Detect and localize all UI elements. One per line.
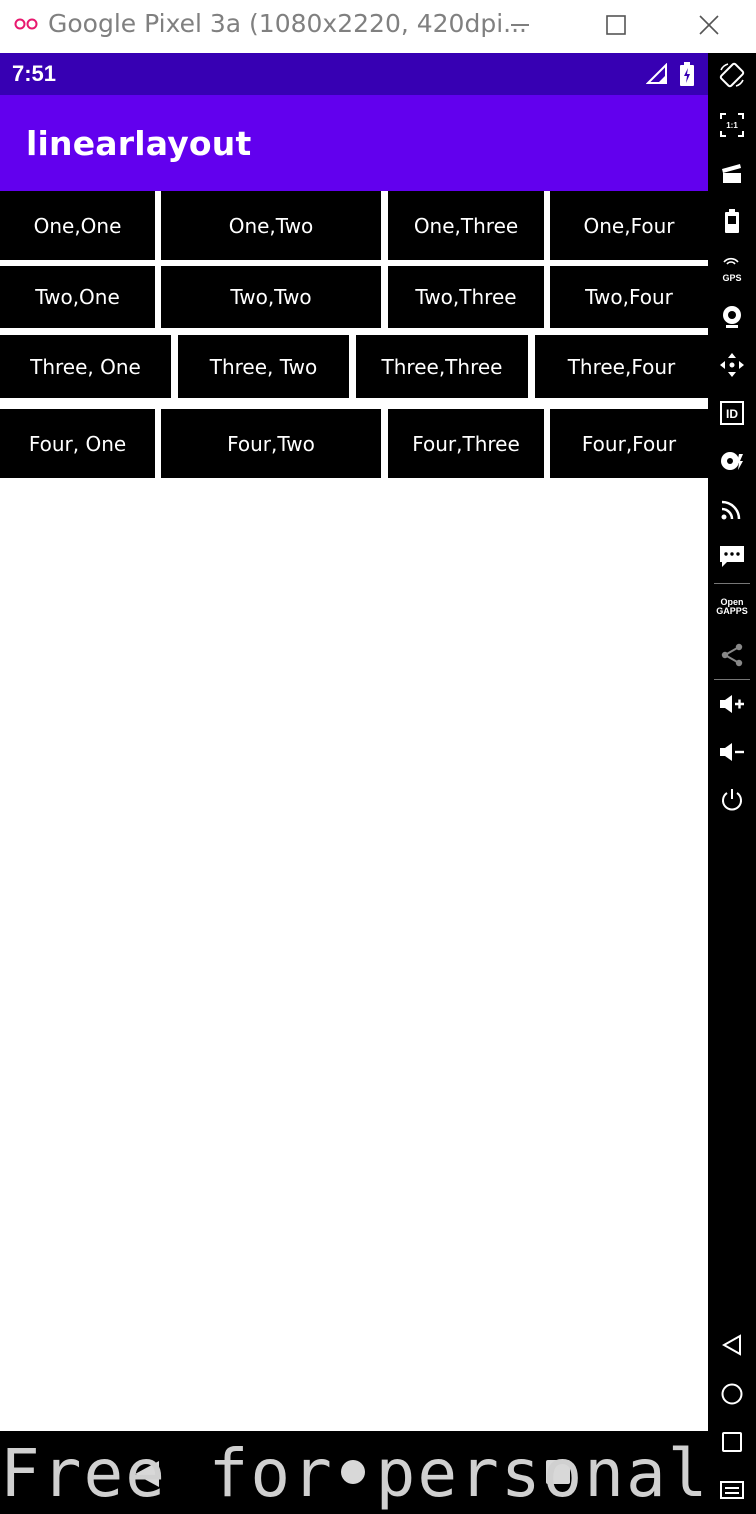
grid-button-2-2[interactable]: Two,Two [161,266,381,328]
volume-down-icon [720,743,744,761]
signal-icon [646,63,667,84]
toolbar-divider [714,679,750,680]
app-title: linearlayout [26,124,252,163]
dpad-icon [720,353,744,377]
cast-icon [721,500,741,520]
rotate-icon [719,62,745,88]
close-button[interactable] [689,8,729,42]
menu-button[interactable] [708,1470,756,1510]
grid-button-4-1[interactable]: Four, One [0,409,155,478]
status-bar: 7:51 [0,53,708,95]
grid-button-2-1[interactable]: Two,One [0,266,155,328]
webcam-icon [723,306,741,328]
sms-icon [720,546,744,567]
battery-icon [680,62,694,86]
home-button[interactable] [708,1374,756,1414]
id-icon: ID [720,401,744,425]
grid-button-2-4[interactable]: Two,Four [550,266,708,328]
menu-icon [720,1481,744,1499]
dpad-button[interactable] [708,345,756,385]
screen-record-button[interactable] [708,153,756,193]
logo-icon [14,18,38,30]
toolbar-divider [714,583,750,584]
power-button[interactable] [708,780,756,820]
svg-text:ID: ID [726,407,738,421]
back-button[interactable] [708,1325,756,1365]
volume-up-icon [720,695,744,713]
grid-button-1-1[interactable]: One,One [0,191,155,260]
fit-screen-button[interactable]: 1:1 [708,105,756,145]
volume-down-button[interactable] [708,732,756,772]
gps-icon: GPS [722,255,742,283]
power-icon [722,789,742,811]
share-icon [721,643,743,667]
close-icon [699,15,719,35]
grid-button-1-2[interactable]: One,Two [161,191,381,260]
battery-setting-icon [725,209,739,233]
minimize-button[interactable] [500,8,540,42]
svg-text:1:1: 1:1 [726,121,738,130]
maximize-button[interactable] [596,8,636,42]
id-button[interactable]: ID [708,393,756,433]
media-button[interactable] [708,441,756,481]
linear-layout-content: One,One One,Two One,Three One,Four Two,O… [0,191,708,1431]
grid-button-4-4[interactable]: Four,Four [550,409,708,478]
battery-setting-button[interactable] [708,201,756,241]
navigation-bar: Free for personal use [0,1431,708,1514]
emulator-title-bar: Google Pixel 3a (1080x2220, 420dpi... [0,0,756,53]
window-title: Google Pixel 3a (1080x2220, 420dpi... [48,9,527,38]
grid-button-1-3[interactable]: One,Three [388,191,544,260]
rotate-button[interactable] [708,55,756,95]
app-bar: linearlayout [0,95,708,191]
grid-button-1-4[interactable]: One,Four [550,191,708,260]
grid-button-2-3[interactable]: Two,Three [388,266,544,328]
recents-icon [722,1432,742,1452]
home-icon [721,1383,743,1405]
grid-button-3-2[interactable]: Three, Two [178,335,349,398]
fit-screen-icon: 1:1 [720,113,744,137]
gps-button[interactable]: GPS [708,249,756,289]
grid-button-3-4[interactable]: Three,Four [535,335,708,398]
grid-button-4-3[interactable]: Four,Three [388,409,544,478]
screen-record-icon [722,164,741,183]
volume-up-button[interactable] [708,684,756,724]
media-icon [721,452,743,470]
recents-button[interactable] [708,1422,756,1462]
share-button[interactable] [708,635,756,675]
sms-button[interactable] [708,537,756,577]
minimize-icon [511,24,529,26]
webcam-button[interactable] [708,297,756,337]
emulator-toolbar: 1:1 GPS ID Open GAPPS [708,53,756,1514]
status-time: 7:51 [12,61,57,86]
maximize-icon [606,15,626,35]
grid-button-3-1[interactable]: Three, One [0,335,171,398]
opengapps-button[interactable]: Open GAPPS [708,587,756,627]
back-icon [722,1334,741,1356]
opengapps-icon: Open GAPPS [716,597,748,616]
cast-button[interactable] [708,489,756,529]
grid-button-3-3[interactable]: Three,Three [356,335,528,398]
grid-button-4-2[interactable]: Four,Two [161,409,381,478]
watermark-text: Free for personal use [0,1435,708,1512]
